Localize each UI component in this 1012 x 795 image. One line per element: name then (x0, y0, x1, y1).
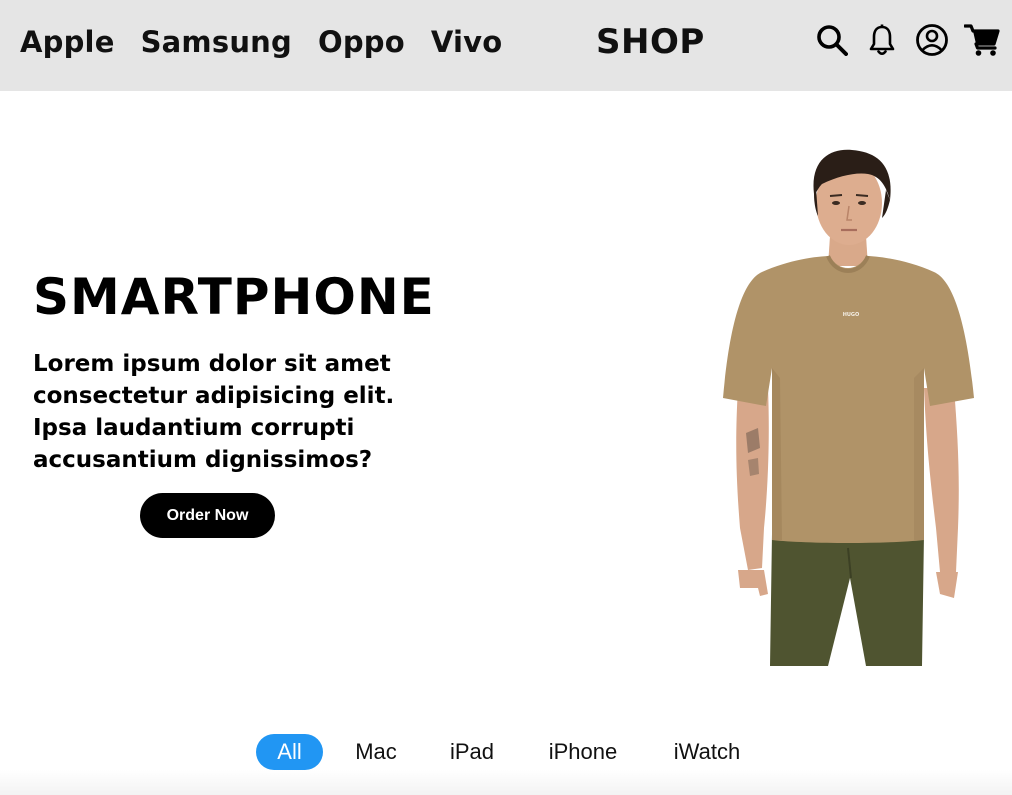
hero-model-image: HUGO (718, 148, 980, 666)
header-icons (814, 22, 1000, 58)
nav-link-oppo[interactable]: Oppo (318, 22, 405, 62)
filter-tab-iwatch[interactable]: iWatch (667, 734, 747, 770)
bottom-fade (0, 770, 1012, 795)
filter-tab-all[interactable]: All (256, 734, 323, 770)
nav-link-apple[interactable]: Apple (20, 22, 115, 62)
hero-title: SMARTPHONE (33, 268, 435, 326)
bell-icon[interactable] (864, 22, 900, 58)
category-filter-bar: All Mac iPad iPhone iWatch (0, 734, 1012, 774)
nav-link-vivo[interactable]: Vivo (431, 22, 503, 62)
cart-icon[interactable] (964, 22, 1000, 58)
top-header: Apple Samsung Oppo Vivo SHOP (0, 0, 1012, 91)
filter-tab-iphone[interactable]: iPhone (542, 734, 624, 770)
nav-link-samsung[interactable]: Samsung (141, 22, 292, 62)
brand-nav: Apple Samsung Oppo Vivo (20, 22, 502, 62)
user-circle-icon[interactable] (914, 22, 950, 58)
filter-tab-mac[interactable]: Mac (347, 734, 405, 770)
hero-description: Lorem ipsum dolor sit amet consectetur a… (33, 351, 395, 473)
shop-logo[interactable]: SHOP (596, 20, 705, 64)
order-now-button[interactable]: Order Now (140, 493, 275, 538)
search-icon[interactable] (814, 22, 850, 58)
filter-tab-ipad[interactable]: iPad (443, 734, 501, 770)
shirt-logo: HUGO (843, 312, 860, 318)
